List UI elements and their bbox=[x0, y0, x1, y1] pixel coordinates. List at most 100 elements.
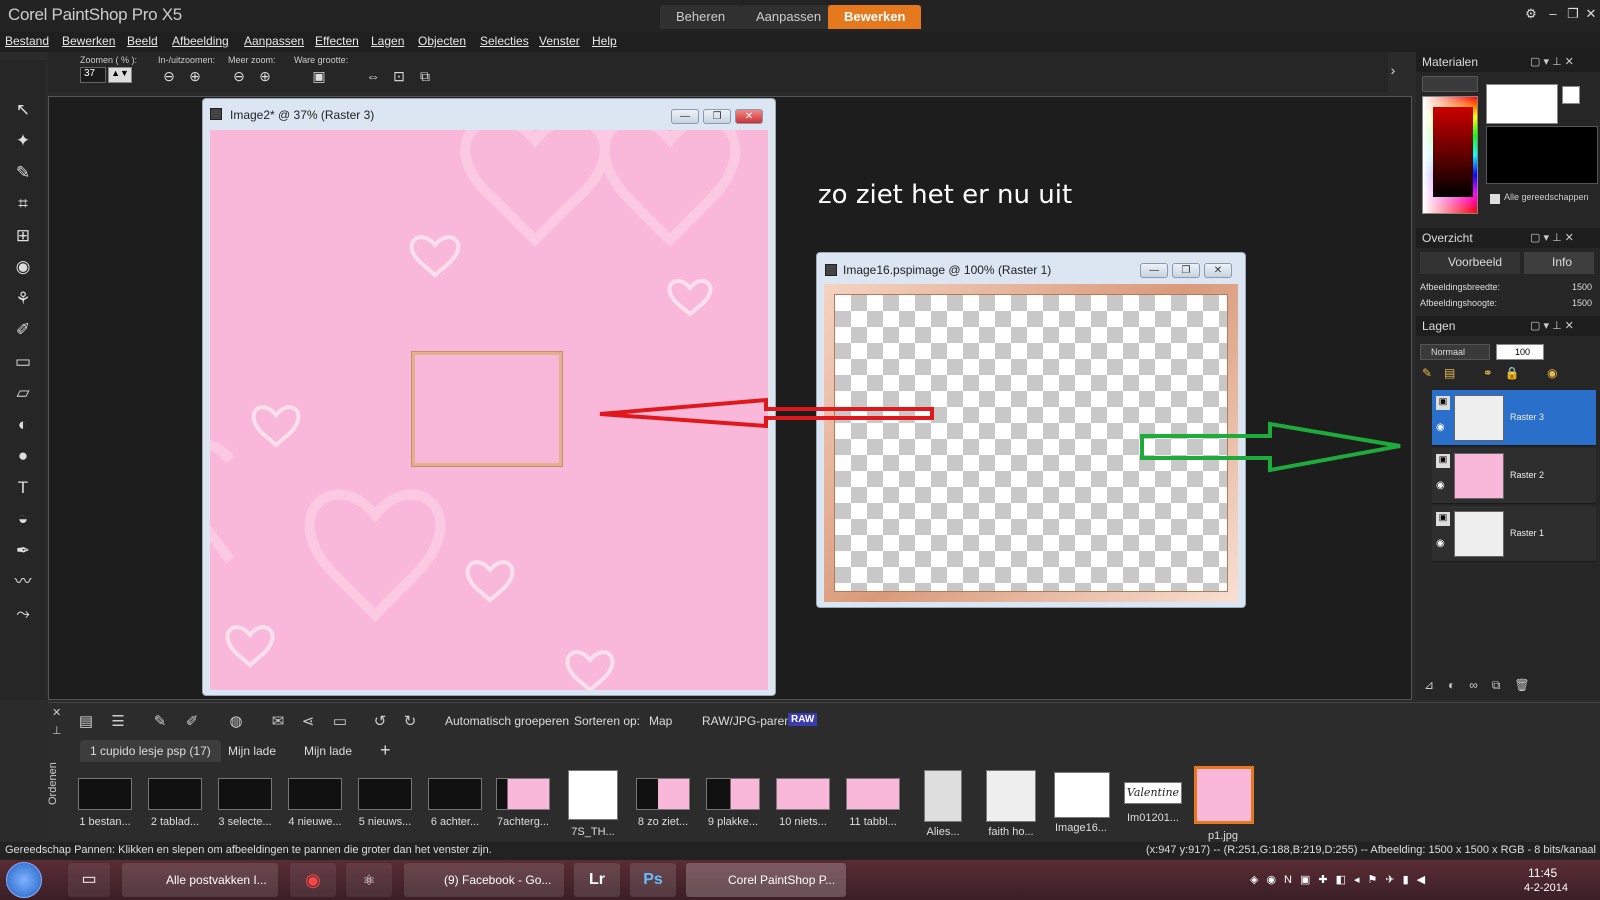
layer-raster-3[interactable]: ▣ ◉ Raster 3 bbox=[1432, 390, 1596, 446]
edit-icon[interactable]: ✎ bbox=[150, 712, 170, 730]
blend-mode-select[interactable]: Normaal bbox=[1420, 344, 1490, 360]
taskbar-chrome[interactable]: (9) Facebook - Go... bbox=[404, 863, 564, 897]
zoom-out-more-icon[interactable]: ⊖ bbox=[230, 68, 248, 84]
tab-aanpassen[interactable]: Aanpassen bbox=[740, 5, 838, 29]
thumbnail[interactable] bbox=[288, 778, 342, 810]
eye-icon[interactable]: ◉ bbox=[1436, 480, 1450, 492]
materials-tabs[interactable] bbox=[1422, 76, 1478, 92]
thumbnail[interactable] bbox=[78, 778, 132, 810]
eye-icon[interactable]: ◉ bbox=[1436, 422, 1450, 434]
thumbnail[interactable] bbox=[706, 778, 760, 810]
thumbnail[interactable] bbox=[1054, 772, 1110, 818]
small-fg-swatch[interactable] bbox=[1562, 86, 1580, 104]
fill-icon[interactable]: ◐ bbox=[4, 411, 42, 439]
raw-badge[interactable]: RAW bbox=[788, 713, 818, 726]
menu-bewerken[interactable]: Bewerken bbox=[62, 34, 115, 48]
mail-icon[interactable]: ✉ bbox=[268, 712, 288, 730]
menu-selecties[interactable]: Selecties bbox=[480, 34, 529, 48]
thumbnail[interactable] bbox=[924, 770, 962, 822]
rotate-left-icon[interactable]: ↺ bbox=[370, 712, 390, 730]
clone-icon[interactable]: ⚘ bbox=[4, 285, 42, 313]
menu-help[interactable]: Help bbox=[592, 34, 617, 48]
explorer-icon[interactable]: ▭ bbox=[68, 863, 110, 897]
thumbnail[interactable] bbox=[636, 778, 690, 810]
foreground-swatch[interactable] bbox=[1486, 84, 1558, 124]
magic-wand-icon[interactable]: ✦ bbox=[4, 127, 42, 155]
tab-voorbeeld[interactable]: Voorbeeld bbox=[1420, 252, 1520, 274]
auto-group-button[interactable]: Automatisch groeperen bbox=[445, 714, 569, 728]
smudge-icon[interactable]: 〰 bbox=[4, 568, 42, 596]
transparent-canvas[interactable] bbox=[834, 294, 1228, 592]
draw-icon[interactable]: ✐ bbox=[182, 712, 202, 730]
menu-lagen[interactable]: Lagen bbox=[371, 34, 404, 48]
zoom-in-icon[interactable]: ⊕ bbox=[186, 68, 204, 84]
thumbnail[interactable] bbox=[428, 778, 482, 810]
organizer-pin-icon[interactable]: ⊥ bbox=[52, 724, 62, 737]
dropper-icon[interactable]: ✎ bbox=[4, 159, 42, 187]
eraser-icon[interactable]: ▱ bbox=[4, 379, 42, 407]
layer-group-icon[interactable]: ▣ bbox=[1436, 454, 1450, 468]
background-swatch[interactable] bbox=[1486, 126, 1598, 184]
zoom-in-more-icon[interactable]: ⊕ bbox=[256, 68, 274, 84]
organizer-tab-tray-1[interactable]: Mijn lade bbox=[218, 740, 286, 762]
eye-icon[interactable]: ◉ bbox=[1436, 538, 1450, 550]
view-icon[interactable]: ☰ bbox=[108, 712, 128, 730]
tab-info[interactable]: Info bbox=[1524, 252, 1594, 274]
thumbnail[interactable] bbox=[986, 770, 1036, 822]
layers-controls[interactable]: ▢ ▾ ⊥ ✕ bbox=[1530, 319, 1574, 332]
picture-tube-icon[interactable]: ● bbox=[4, 442, 42, 470]
thumbnail-selected[interactable] bbox=[1194, 766, 1254, 824]
taskbar-outlook[interactable]: Alle postvakken I... bbox=[122, 863, 278, 897]
all-tools-checkbox[interactable] bbox=[1490, 194, 1500, 204]
toolbar-overflow-icon[interactable]: › bbox=[1384, 62, 1402, 78]
pick-tool-icon[interactable]: ↖ bbox=[4, 96, 42, 124]
add-tab-icon[interactable]: + bbox=[380, 740, 391, 761]
thumbnail[interactable] bbox=[218, 778, 272, 810]
menu-aanpassen[interactable]: Aanpassen bbox=[244, 34, 304, 48]
folder-icon[interactable]: ▤ bbox=[76, 712, 96, 730]
organizer-close-icon[interactable]: ✕ bbox=[52, 706, 61, 719]
doc-maximize-button[interactable]: ❐ bbox=[703, 109, 731, 124]
tab-beheren[interactable]: Beheren bbox=[660, 5, 742, 29]
text-tool-icon[interactable]: T bbox=[4, 474, 42, 502]
overview-controls[interactable]: ▢ ▾ ⊥ ✕ bbox=[1530, 231, 1574, 244]
menu-effecten[interactable]: Effecten bbox=[315, 34, 359, 48]
share-icon[interactable]: ⋖ bbox=[298, 712, 318, 730]
panel-controls[interactable]: ▢ ▾ ⊥ ✕ bbox=[1530, 55, 1574, 68]
thumbnail[interactable] bbox=[148, 778, 202, 810]
doc2-minimize-button[interactable]: — bbox=[1140, 263, 1168, 278]
layer-tools[interactable]: ✎▤ ⚭🔒 ◉ bbox=[1422, 366, 1592, 382]
menu-venster[interactable]: Venster bbox=[539, 34, 580, 48]
rotate-right-icon[interactable]: ↻ bbox=[400, 712, 420, 730]
pen-icon[interactable]: ✒ bbox=[4, 537, 42, 565]
fit-screen-icon[interactable]: ⧉ bbox=[416, 68, 434, 84]
red-eye-icon[interactable]: ◉ bbox=[4, 253, 42, 281]
minimize-icon[interactable]: – bbox=[1542, 6, 1564, 24]
color-gradient-box[interactable] bbox=[1433, 107, 1473, 197]
corel-icon[interactable]: ◉ bbox=[290, 863, 336, 897]
background-eraser-icon[interactable]: ▭ bbox=[4, 348, 42, 376]
screen-icon[interactable]: ▭ bbox=[330, 712, 350, 730]
fit-window-icon[interactable]: ⇔ bbox=[364, 68, 382, 84]
straighten-icon[interactable]: ⊞ bbox=[4, 222, 42, 250]
thumbnail[interactable] bbox=[568, 770, 618, 820]
app-icon[interactable]: ⚛ bbox=[346, 863, 392, 897]
layer-raster-1[interactable]: ▣ ◉ Raster 1 bbox=[1432, 506, 1596, 562]
thumbnail[interactable] bbox=[496, 778, 550, 810]
taskbar-paintshop[interactable]: Corel PaintShop P... bbox=[686, 863, 846, 897]
system-tray-icons[interactable]: ◈◉N▣✚◧◂⚑✈▮◀ bbox=[1250, 873, 1433, 886]
doc-minimize-button[interactable]: — bbox=[671, 109, 699, 124]
menu-bestand[interactable]: Bestand bbox=[5, 34, 49, 48]
person-icon[interactable]: ◍ bbox=[226, 712, 246, 730]
taskbar-lightroom[interactable]: Lr bbox=[574, 863, 620, 897]
menu-afbeelding[interactable]: Afbeelding bbox=[172, 34, 229, 48]
actual-size-icon[interactable]: ▣ bbox=[310, 68, 328, 84]
organizer-tab-folder[interactable]: 1 cupido lesje psp (17) bbox=[80, 740, 221, 762]
fit-image-icon[interactable]: ⊡ bbox=[390, 68, 408, 84]
menu-objecten[interactable]: Objecten bbox=[418, 34, 466, 48]
settings-icon[interactable]: ⚙ bbox=[1520, 6, 1542, 24]
close-icon[interactable]: ✕ bbox=[1580, 6, 1600, 24]
brush-icon[interactable]: ✐ bbox=[4, 316, 42, 344]
zoom-out-icon[interactable]: ⊖ bbox=[160, 68, 178, 84]
organizer-tab-tray-2[interactable]: Mijn lade bbox=[294, 740, 362, 762]
